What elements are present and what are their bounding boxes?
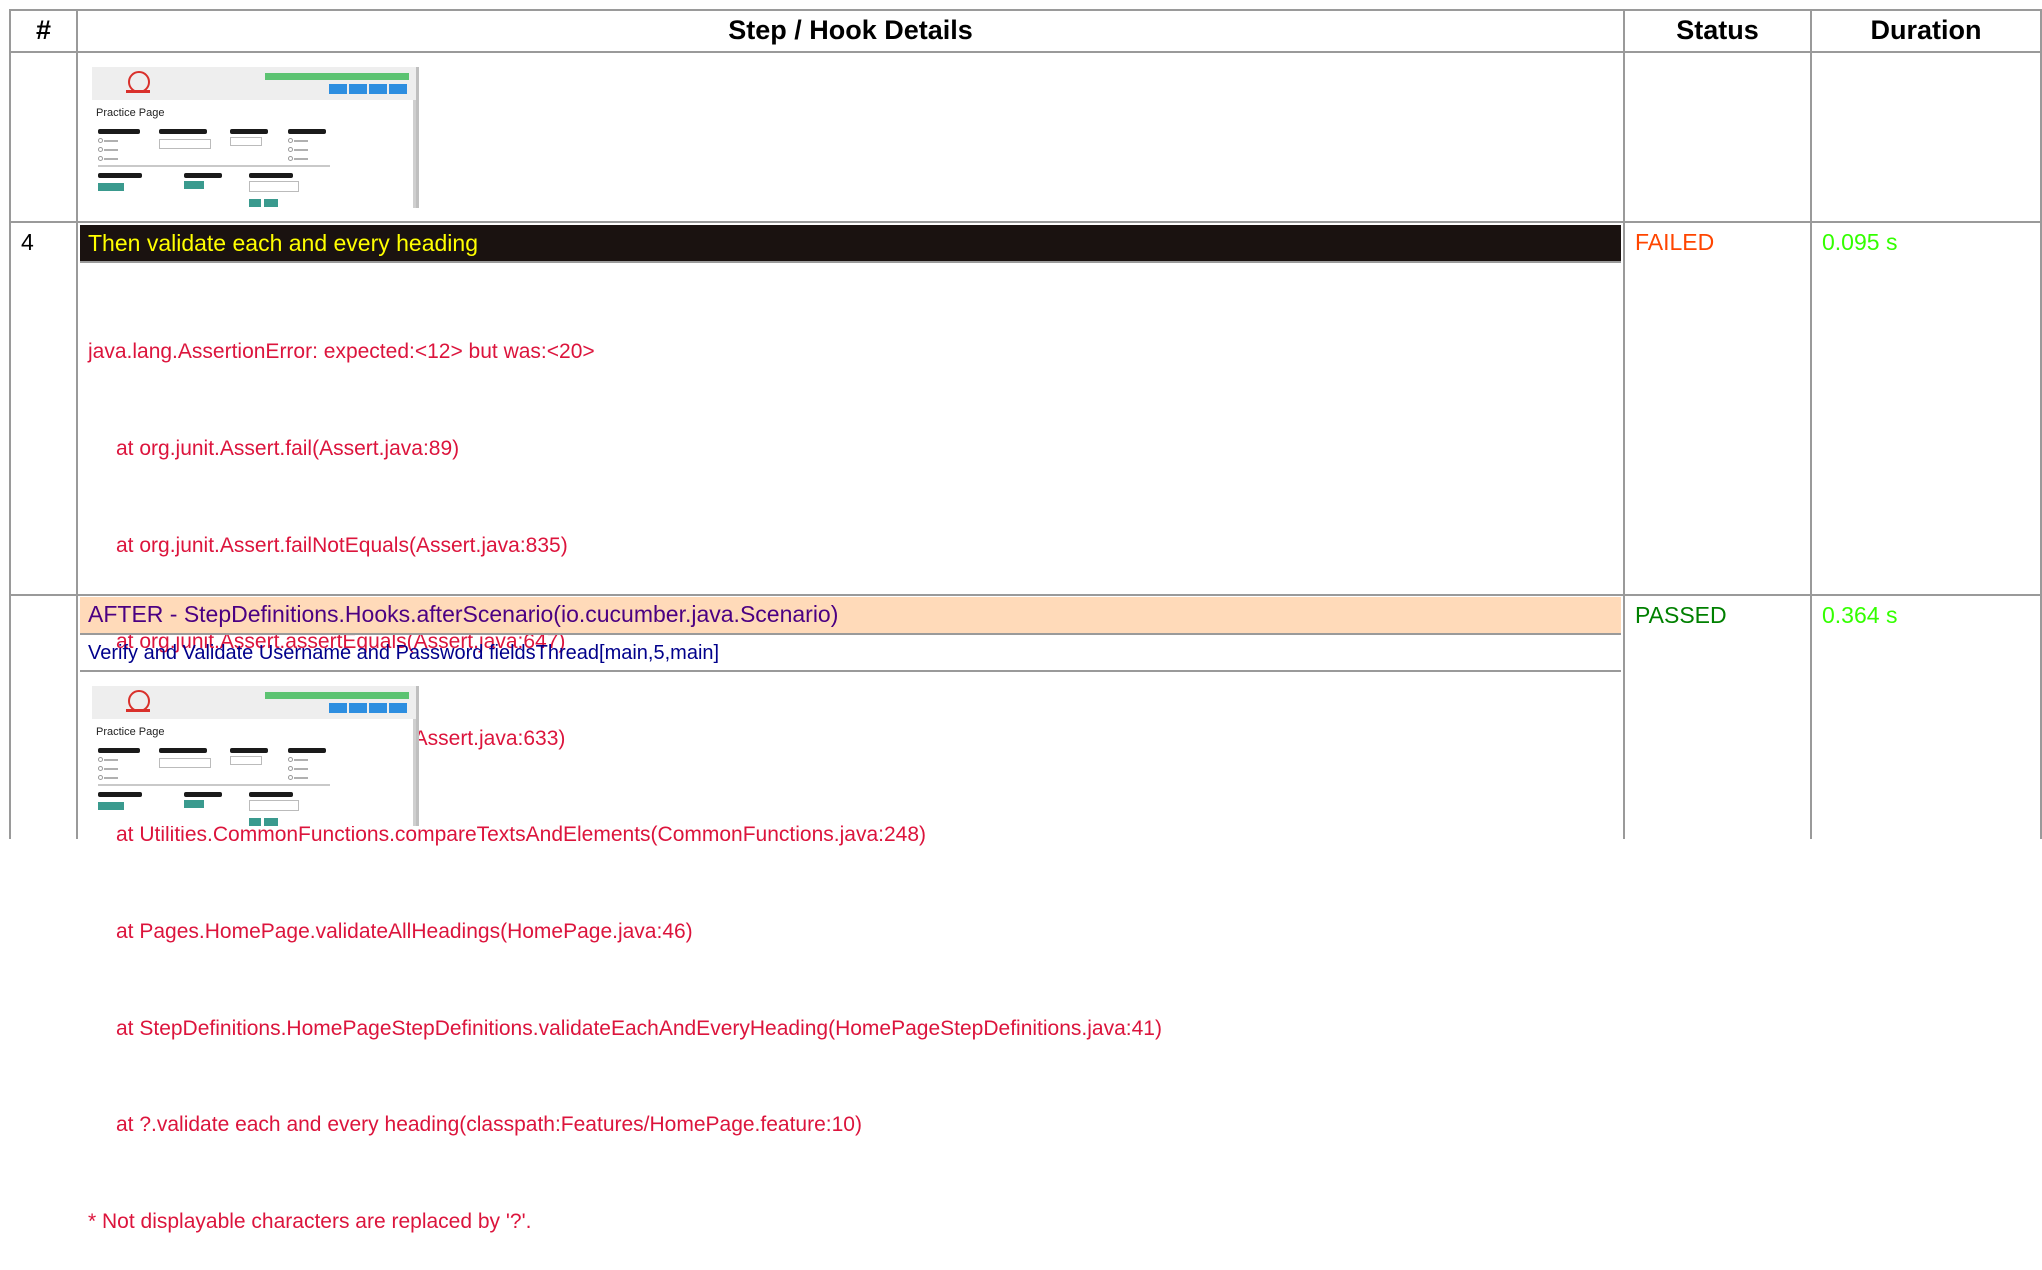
status-passed: PASSED xyxy=(1635,602,1727,628)
screenshot-page-title: Practice Page xyxy=(96,726,165,738)
screenshot-thumbnail[interactable]: Practice Page xyxy=(92,67,419,208)
screenshot-page-title: Practice Page xyxy=(96,107,165,119)
step-name-bar[interactable]: Then validate each and every heading xyxy=(80,225,1621,263)
hook-log-text: Verify and Validate Username and Passwor… xyxy=(88,642,720,664)
stack-line: at StepDefinitions.HomePageStepDefinitio… xyxy=(116,1016,1162,1040)
error-footnote: * Not displayable characters are replace… xyxy=(88,1209,532,1233)
column-header-status: Status xyxy=(1676,15,1759,45)
stack-line: at org.junit.Assert.fail(Assert.java:89) xyxy=(116,437,460,461)
row-number: 4 xyxy=(21,229,34,255)
hook-screenshot-thumbnail[interactable]: Practice Page xyxy=(92,686,419,826)
hook-name-bar[interactable]: AFTER - StepDefinitions.Hooks.afterScena… xyxy=(80,597,1621,635)
status-failed: FAILED xyxy=(1635,229,1715,255)
column-header-details: Step / Hook Details xyxy=(728,15,973,45)
error-message: java.lang.AssertionError: expected:<12> … xyxy=(88,340,595,364)
hook-duration-value: 0.364 s xyxy=(1822,602,1898,628)
column-header-duration: Duration xyxy=(1870,15,1982,45)
step-name: Then validate each and every heading xyxy=(88,230,479,256)
stack-line: at ?.validate each and every heading(cla… xyxy=(116,1113,862,1137)
stack-line: at Pages.HomePage.validateAllHeadings(Ho… xyxy=(116,920,693,944)
hook-log-bar: Verify and Validate Username and Passwor… xyxy=(80,635,1621,672)
stack-line: at org.junit.Assert.failNotEquals(Assert… xyxy=(116,533,568,557)
column-header-number: # xyxy=(35,15,52,45)
duration-value: 0.095 s xyxy=(1822,229,1898,255)
hook-name: AFTER - StepDefinitions.Hooks.afterScena… xyxy=(88,601,839,627)
